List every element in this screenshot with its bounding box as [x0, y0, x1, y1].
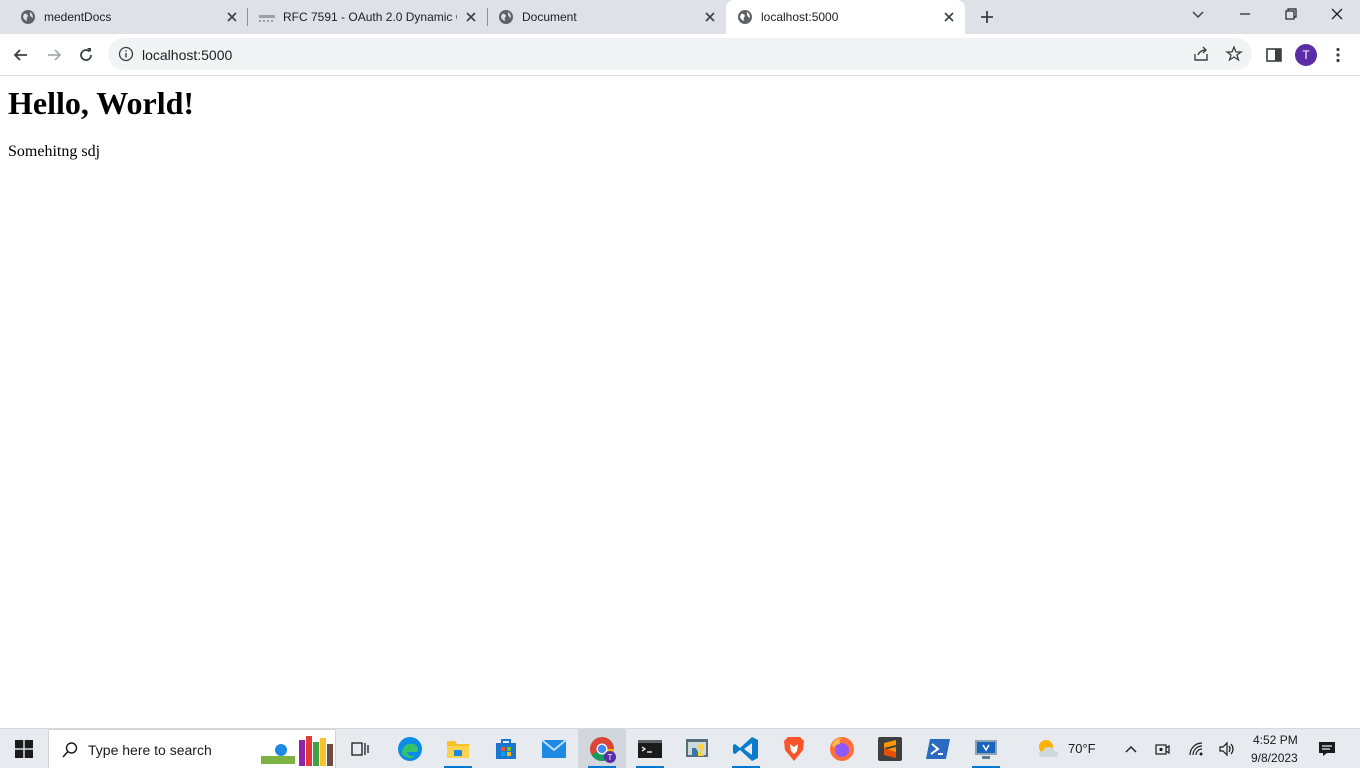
notifications-icon[interactable]: [1318, 740, 1336, 758]
weather-widget[interactable]: 70°F: [1034, 729, 1100, 768]
tab-medentdocs[interactable]: medentDocs: [0, 0, 246, 34]
restore-icon[interactable]: [1281, 4, 1301, 24]
taskbar-powershell[interactable]: [914, 729, 962, 768]
terminal-icon: [638, 740, 662, 758]
taskbar-file-explorer[interactable]: [434, 729, 482, 768]
taskbar-network-app[interactable]: [962, 729, 1010, 768]
remote-desktop-icon: [975, 740, 997, 759]
tab-rfc-7591[interactable]: RFC 7591 - OAuth 2.0 Dynamic C: [248, 0, 486, 34]
close-icon[interactable]: [224, 9, 240, 25]
tab-title: RFC 7591 - OAuth 2.0 Dynamic C: [283, 10, 457, 24]
windows-start-icon[interactable]: [15, 740, 33, 758]
task-view-button[interactable]: [336, 729, 384, 768]
sublime-text-icon: [878, 737, 902, 761]
close-icon[interactable]: [463, 9, 479, 25]
weather-temp: 70°F: [1068, 741, 1096, 756]
reload-icon[interactable]: [76, 45, 96, 65]
volume-icon[interactable]: [1218, 741, 1236, 757]
tab-strip: medentDocs RFC 7591 - OAuth 2.0 Dynamic …: [0, 0, 1360, 34]
task-view-icon: [351, 742, 369, 756]
close-icon[interactable]: [941, 9, 957, 25]
taskbar-chrome[interactable]: T: [578, 729, 626, 768]
minimize-icon[interactable]: [1235, 4, 1255, 24]
back-arrow-icon[interactable]: [11, 45, 31, 65]
side-panel-icon[interactable]: [1264, 45, 1284, 65]
brave-lion-icon: [784, 737, 804, 761]
profile-avatar[interactable]: T: [1295, 44, 1317, 66]
clock-date: 9/8/2023: [1251, 751, 1298, 765]
more-menu-icon[interactable]: [1328, 45, 1348, 65]
rfc-site-icon: [259, 15, 275, 22]
close-icon[interactable]: [702, 9, 718, 25]
taskbar-store[interactable]: [482, 729, 530, 768]
firefox-icon: [830, 737, 854, 761]
page-viewport: Hello, World! Somehitng sdj: [0, 77, 1360, 728]
taskbar-firefox[interactable]: [818, 729, 866, 768]
partly-cloudy-icon: [1039, 740, 1058, 757]
taskbar-search-box[interactable]: Type here to search: [48, 729, 336, 768]
taskbar-edge[interactable]: [386, 729, 434, 768]
taskbar-vscode[interactable]: [722, 729, 770, 768]
clock-time: 4:52 PM: [1253, 733, 1298, 747]
taskbar-sublime[interactable]: [866, 729, 914, 768]
share-icon[interactable]: [1192, 45, 1210, 63]
edge-icon: [398, 737, 422, 761]
taskbar-python-app[interactable]: [674, 729, 722, 768]
tab-search-chevron-down-icon[interactable]: [1188, 5, 1208, 25]
tab-localhost[interactable]: localhost:5000: [726, 0, 965, 34]
forward-arrow-icon[interactable]: [44, 45, 64, 65]
tab-title: Document: [522, 10, 577, 24]
svg-text:T: T: [608, 753, 613, 762]
address-bar[interactable]: localhost:5000: [108, 38, 1252, 70]
browser-toolbar: localhost:5000 T: [0, 34, 1360, 76]
wifi-icon[interactable]: [1188, 741, 1206, 757]
meet-now-icon[interactable]: [1154, 741, 1170, 757]
page-paragraph: Somehitng sdj: [8, 143, 101, 160]
window-close-icon[interactable]: [1327, 4, 1347, 24]
globe-icon: [21, 10, 35, 24]
clock[interactable]: 4:52 PM 9/8/2023: [1244, 731, 1306, 767]
page-heading: Hello, World!: [8, 85, 195, 121]
taskbar-mail[interactable]: [530, 729, 578, 768]
powershell-icon: [926, 739, 950, 759]
windows-taskbar: Type here to search T 70°F 4:52 PM 9/8/2…: [0, 728, 1360, 768]
store-icon: [496, 739, 516, 759]
mail-icon: [541, 739, 567, 758]
tab-title: medentDocs: [44, 10, 112, 24]
bookmark-star-icon[interactable]: [1225, 45, 1243, 63]
taskbar-terminal[interactable]: [626, 729, 674, 768]
chevron-up-icon[interactable]: [1123, 741, 1139, 757]
tab-title: localhost:5000: [761, 10, 839, 24]
search-placeholder: Type here to search: [88, 742, 212, 758]
chrome-icon: T: [590, 737, 616, 763]
folder-icon: [447, 741, 469, 758]
taskbar-brave[interactable]: [770, 729, 818, 768]
tab-document[interactable]: Document: [488, 0, 726, 34]
globe-icon: [738, 10, 752, 24]
globe-icon: [499, 10, 513, 24]
site-info-icon[interactable]: [118, 46, 134, 62]
new-tab-plus-icon[interactable]: [977, 7, 997, 27]
vscode-icon: [733, 737, 758, 761]
address-url: localhost:5000: [142, 47, 233, 63]
python-window-icon: [686, 739, 708, 757]
search-icon: [62, 742, 78, 758]
search-highlight-books-icon: [261, 736, 333, 766]
